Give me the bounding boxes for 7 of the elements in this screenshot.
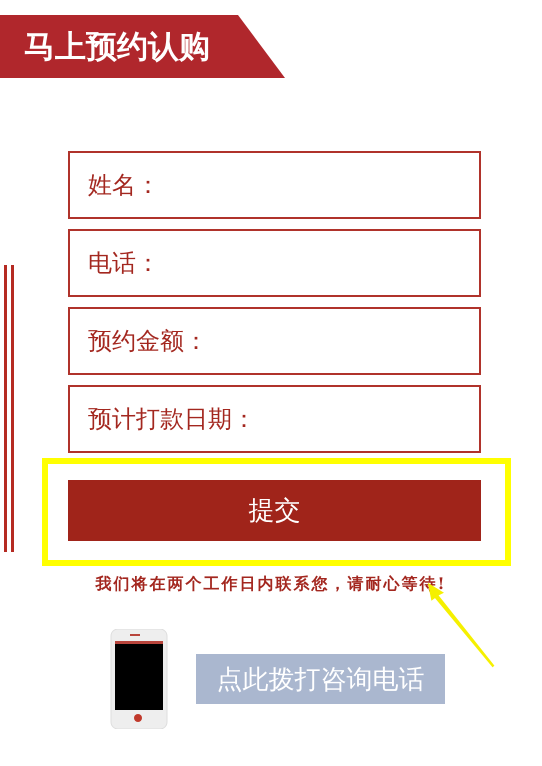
section-title: 马上预约认购 [24,28,210,66]
input-field[interactable]: 姓名： [68,151,481,219]
phone-icon [110,629,168,729]
input-field[interactable]: 预计打款日期： [68,385,481,453]
input-field[interactable]: 电话： [68,229,481,297]
submit-button[interactable]: 提交 [68,480,481,541]
input-field[interactable]: 预约金额： [68,307,481,375]
